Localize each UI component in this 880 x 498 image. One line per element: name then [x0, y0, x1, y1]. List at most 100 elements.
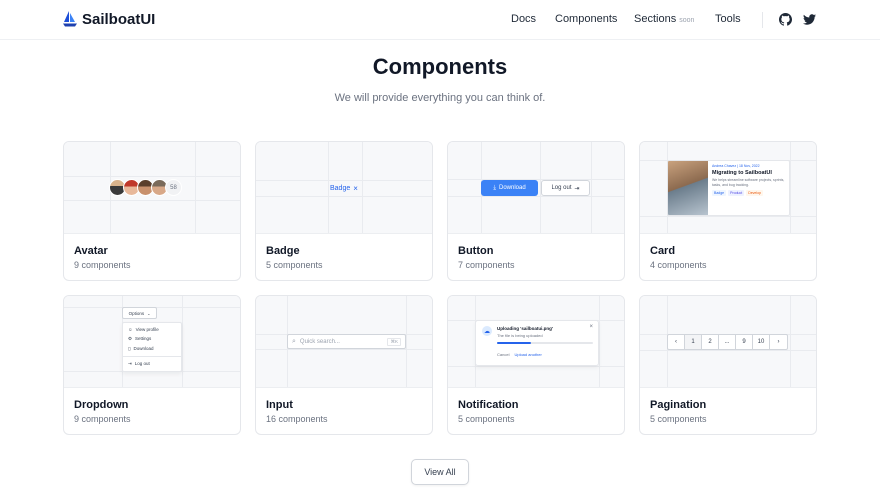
component-card-input[interactable]: ⌕ Quick search... ⌘K Input 16 components	[255, 295, 433, 435]
component-card-button[interactable]: ⤓ Download Log out ⇥ Button 7 components	[447, 141, 625, 281]
page-ellipsis: ...	[719, 335, 736, 349]
card-title: Badge	[266, 245, 300, 257]
nav-docs[interactable]: Docs	[511, 13, 536, 25]
button-preview: ⤓ Download Log out ⇥	[448, 142, 624, 234]
pagination-preview: ‹ 1 2 ... 9 10 ›	[640, 296, 816, 388]
badge-sample: Badge ×	[328, 182, 360, 194]
card-image	[668, 161, 708, 215]
close-icon: ×	[353, 183, 358, 193]
avatar-count: 58	[165, 179, 182, 196]
brand-logo[interactable]: SailboatUI	[62, 10, 155, 28]
shortcut-badge: ⌘K	[387, 337, 401, 346]
card-title: Dropdown	[74, 399, 129, 411]
sample-notification: ☁ Uploading 'sailboatui.png' × The file …	[475, 320, 599, 366]
card-count: 9 components	[74, 260, 131, 270]
notification-subtitle: The file is being uploaded	[497, 333, 543, 338]
search-icon: ⌕	[292, 337, 296, 345]
nav-tools[interactable]: Tools	[715, 13, 741, 25]
card-count: 5 components	[266, 260, 323, 270]
sample-card-body: We helps streamline software projects, s…	[712, 178, 785, 187]
sample-card: Andrea Chavez | 18 Nov, 2022 Migrating t…	[667, 160, 790, 216]
component-card-dropdown[interactable]: Options ⌄ ☺ View profile ⚙ Settings ▯ Downlo…	[63, 295, 241, 435]
user-icon: ☺	[128, 327, 133, 332]
file-icon: ▯	[128, 346, 131, 351]
component-card-card[interactable]: Andrea Chavez | 18 Nov, 2022 Migrating t…	[639, 141, 817, 281]
page-number: 9	[736, 335, 753, 349]
download-sample-button: ⤓ Download	[481, 180, 538, 196]
sample-pagination: ‹ 1 2 ... 9 10 ›	[667, 334, 788, 350]
card-title: Pagination	[650, 399, 707, 411]
upload-another-link: Upload another	[514, 352, 542, 357]
dropdown-trigger-label: Options	[128, 310, 145, 316]
nav-divider	[762, 12, 763, 28]
sample-tag: Develop	[746, 190, 764, 197]
soon-badge: soon	[679, 17, 695, 24]
card-preview: Andrea Chavez | 18 Nov, 2022 Migrating t…	[640, 142, 816, 234]
dropdown-item: ⇥ Log out	[128, 361, 150, 366]
dropdown-item: ▯ Download	[128, 346, 154, 351]
card-title: Card	[650, 245, 676, 257]
sample-card-title: Migrating to SailboatUI	[712, 170, 772, 176]
component-card-badge[interactable]: Badge × Badge 5 components	[255, 141, 433, 281]
close-icon: ×	[589, 324, 593, 330]
github-icon	[779, 13, 792, 26]
page-title: Components	[372, 54, 508, 79]
gear-icon: ⚙	[128, 336, 133, 341]
avatar-preview: 58	[64, 142, 240, 234]
dropdown-item: ⚙ Settings	[128, 336, 152, 341]
page-subtitle: We will provide everything you can think…	[334, 92, 546, 104]
twitter-link[interactable]	[803, 13, 816, 31]
page-number: 2	[702, 335, 719, 349]
component-card-pagination[interactable]: ‹ 1 2 ... 9 10 › Pagination 5 components	[639, 295, 817, 435]
sample-search-input: ⌕ Quick search... ⌘K	[287, 334, 406, 349]
view-all-button[interactable]: View All	[411, 459, 469, 485]
sample-card-meta: Andrea Chavez | 18 Nov, 2022	[712, 164, 760, 168]
card-count: 16 components	[266, 414, 328, 424]
dropdown-menu: ☺ View profile ⚙ Settings ▯ Download ⇥ Log o…	[122, 322, 182, 372]
chevron-down-icon: ⌄	[147, 310, 151, 316]
page-number: 10	[753, 335, 770, 349]
card-count: 9 components	[74, 414, 131, 424]
badge-label: Badge	[330, 184, 351, 192]
next-page-icon: ›	[777, 339, 780, 345]
logout-icon: ⇥	[574, 185, 580, 192]
badge-preview: Badge ×	[256, 142, 432, 234]
dropdown-preview: Options ⌄ ☺ View profile ⚙ Settings ▯ Downlo…	[64, 296, 240, 388]
nav-sections[interactable]: Sections soon	[634, 13, 694, 25]
twitter-icon	[803, 14, 816, 25]
top-navbar: SailboatUI Docs Components Sections soon …	[0, 0, 880, 40]
dropdown-item: ☺ View profile	[128, 327, 159, 332]
download-label: Download	[498, 185, 526, 191]
sample-tag: Badge	[712, 190, 727, 197]
upload-progress-fill	[497, 342, 531, 344]
card-title: Input	[266, 399, 293, 411]
download-icon: ⤓	[493, 184, 496, 191]
component-card-avatar[interactable]: 58 Avatar 9 components	[63, 141, 241, 281]
input-preview: ⌕ Quick search... ⌘K	[256, 296, 432, 388]
notification-title: Uploading 'sailboatui.png'	[497, 326, 553, 331]
sample-tag: Product	[728, 190, 745, 197]
card-title: Button	[458, 245, 494, 257]
cloud-icon: ☁	[482, 326, 492, 336]
search-placeholder: Quick search...	[299, 338, 340, 345]
card-title: Notification	[458, 399, 519, 411]
logout-icon: ⇥	[128, 361, 132, 366]
nav-sections-label: Sections	[634, 13, 677, 25]
card-count: 4 components	[650, 260, 707, 270]
notification-preview: ☁ Uploading 'sailboatui.png' × The file …	[448, 296, 624, 388]
component-card-notification[interactable]: ☁ Uploading 'sailboatui.png' × The file …	[447, 295, 625, 435]
card-count: 5 components	[650, 414, 707, 424]
sailboat-icon	[63, 11, 77, 27]
nav-components[interactable]: Components	[555, 13, 617, 25]
upload-progress-track	[497, 342, 593, 344]
avatar-group: 58	[109, 179, 182, 196]
logout-sample-button: Log out ⇥	[541, 180, 590, 196]
page-number: 1	[685, 335, 702, 349]
logout-label: Log out	[551, 185, 572, 191]
card-title: Avatar	[74, 245, 108, 257]
github-link[interactable]	[779, 13, 792, 31]
cancel-link: Cancel	[497, 352, 510, 357]
card-count: 7 components	[458, 260, 515, 270]
prev-page-icon: ‹	[668, 335, 685, 349]
dropdown-trigger: Options ⌄	[122, 307, 157, 319]
